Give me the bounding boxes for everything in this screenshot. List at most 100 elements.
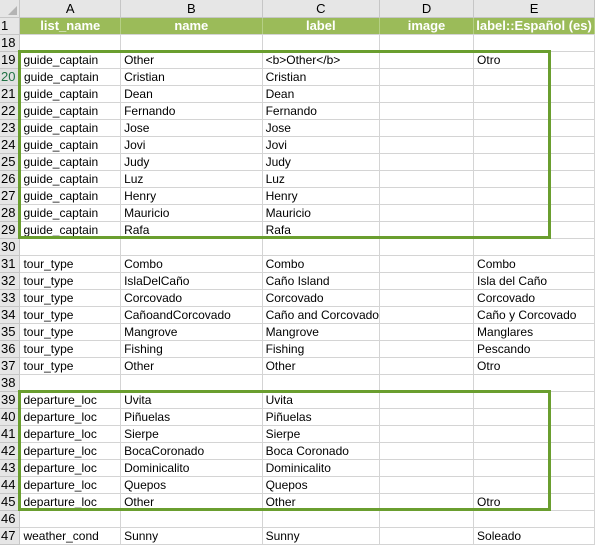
row-number[interactable]: 18 bbox=[0, 34, 21, 52]
cell-name[interactable]: Mangrove bbox=[120, 323, 263, 341]
cell-list-name[interactable] bbox=[19, 238, 122, 256]
cell-image[interactable] bbox=[379, 340, 475, 358]
cell-name[interactable] bbox=[120, 238, 263, 256]
cell-list-name[interactable]: tour_type bbox=[19, 323, 122, 341]
cell-image[interactable] bbox=[379, 374, 475, 392]
cell-list-name[interactable]: tour_type bbox=[19, 306, 122, 324]
cell-label[interactable]: Combo bbox=[262, 255, 380, 273]
cell-label-espanol[interactable] bbox=[473, 476, 595, 494]
cell-image[interactable] bbox=[379, 357, 475, 375]
cell-label[interactable]: Fishing bbox=[262, 340, 380, 358]
row-number[interactable]: 23 bbox=[0, 119, 21, 137]
column-header-e[interactable]: E bbox=[473, 0, 595, 18]
cell-list-name[interactable]: guide_captain bbox=[19, 187, 122, 205]
cell-image[interactable] bbox=[379, 221, 475, 239]
cell-image[interactable] bbox=[379, 493, 475, 511]
cell-label-espanol[interactable] bbox=[473, 85, 595, 103]
cell-name[interactable] bbox=[120, 34, 263, 52]
cell-image[interactable] bbox=[379, 425, 475, 443]
cell-label-espanol[interactable] bbox=[473, 187, 595, 205]
row-number[interactable]: 24 bbox=[0, 136, 21, 154]
cell-list-name[interactable]: guide_captain bbox=[19, 85, 122, 103]
cell-label[interactable]: Corcovado bbox=[262, 289, 380, 307]
cell-label[interactable]: Quepos bbox=[262, 476, 380, 494]
cell-image[interactable] bbox=[379, 68, 475, 86]
cell-image[interactable] bbox=[379, 85, 475, 103]
row-number[interactable]: 38 bbox=[0, 374, 21, 392]
cell-label[interactable]: Dominicalito bbox=[262, 459, 380, 477]
row-number[interactable]: 45 bbox=[0, 493, 21, 511]
cell-label[interactable]: Judy bbox=[262, 153, 380, 171]
cell-image[interactable] bbox=[379, 119, 475, 137]
cell-image[interactable] bbox=[379, 289, 475, 307]
cell-image[interactable] bbox=[379, 238, 475, 256]
row-number[interactable]: 34 bbox=[0, 306, 21, 324]
cell-label[interactable]: Fernando bbox=[262, 102, 380, 120]
cell-name[interactable] bbox=[120, 374, 263, 392]
column-header-c[interactable]: C bbox=[262, 0, 380, 18]
cell-list-name[interactable]: guide_captain bbox=[19, 204, 122, 222]
cell-image[interactable] bbox=[379, 255, 475, 273]
cell-list-name[interactable]: departure_loc bbox=[19, 459, 122, 477]
cell-label[interactable]: Jose bbox=[262, 119, 380, 137]
cell-list-name[interactable]: guide_captain bbox=[19, 102, 122, 120]
row-number[interactable]: 41 bbox=[0, 425, 21, 443]
cell-list-name[interactable] bbox=[19, 374, 122, 392]
cell-label-espanol[interactable] bbox=[473, 391, 595, 409]
row-number[interactable]: 40 bbox=[0, 408, 21, 426]
column-header-b[interactable]: B bbox=[120, 0, 263, 18]
cell-name[interactable]: CañoandCorcovado bbox=[120, 306, 263, 324]
row-number[interactable]: 35 bbox=[0, 323, 21, 341]
cell-list-name[interactable]: guide_captain bbox=[19, 153, 122, 171]
cell-list-name[interactable]: departure_loc bbox=[19, 493, 122, 511]
cell-list-name[interactable]: tour_type bbox=[19, 357, 122, 375]
row-number[interactable]: 1 bbox=[0, 17, 21, 35]
cell-list-name[interactable]: tour_type bbox=[19, 272, 122, 290]
cell-image[interactable] bbox=[379, 51, 475, 69]
cell-image[interactable] bbox=[379, 408, 475, 426]
cell-image[interactable] bbox=[379, 153, 475, 171]
cell-label[interactable] bbox=[262, 238, 380, 256]
cell-list-name[interactable]: departure_loc bbox=[19, 442, 122, 460]
cell-label[interactable]: Piñuelas bbox=[262, 408, 380, 426]
cell-list-name[interactable]: tour_type bbox=[19, 289, 122, 307]
cell-name[interactable]: IslaDelCaño bbox=[120, 272, 263, 290]
cell-label-espanol[interactable] bbox=[473, 408, 595, 426]
row-number[interactable]: 22 bbox=[0, 102, 21, 120]
cell-list-name[interactable]: guide_captain bbox=[19, 51, 122, 69]
cell-image[interactable] bbox=[379, 272, 475, 290]
cell-image[interactable] bbox=[379, 323, 475, 341]
header-cell-label-espanol[interactable]: label::Español (es) bbox=[473, 17, 595, 35]
cell-label-espanol[interactable] bbox=[473, 204, 595, 222]
cell-image[interactable] bbox=[379, 170, 475, 188]
cell-label[interactable]: Rafa bbox=[262, 221, 380, 239]
cell-label-espanol[interactable] bbox=[473, 34, 595, 52]
cell-label-espanol[interactable] bbox=[473, 238, 595, 256]
cell-label[interactable]: Cristian bbox=[262, 68, 380, 86]
row-number[interactable]: 46 bbox=[0, 510, 21, 528]
cell-list-name[interactable]: tour_type bbox=[19, 340, 122, 358]
cell-label[interactable]: <b>Other</b> bbox=[262, 51, 380, 69]
cell-list-name[interactable]: guide_captain bbox=[19, 68, 122, 86]
cell-label[interactable]: Other bbox=[262, 357, 380, 375]
cell-image[interactable] bbox=[379, 306, 475, 324]
cell-label-espanol[interactable] bbox=[473, 374, 595, 392]
cell-label[interactable] bbox=[262, 34, 380, 52]
cell-image[interactable] bbox=[379, 136, 475, 154]
cell-label-espanol[interactable]: Caño y Corcovado bbox=[473, 306, 595, 324]
row-number[interactable]: 29 bbox=[0, 221, 21, 239]
cell-list-name[interactable] bbox=[19, 34, 122, 52]
cell-list-name[interactable]: guide_captain bbox=[19, 119, 122, 137]
row-number[interactable]: 26 bbox=[0, 170, 21, 188]
cell-image[interactable] bbox=[379, 510, 475, 528]
cell-label[interactable] bbox=[262, 374, 380, 392]
cell-label-espanol[interactable] bbox=[473, 119, 595, 137]
cell-name[interactable]: Cristian bbox=[120, 68, 263, 86]
row-number[interactable]: 37 bbox=[0, 357, 21, 375]
cell-name[interactable]: Jose bbox=[120, 119, 263, 137]
header-cell-image[interactable]: image bbox=[379, 17, 475, 35]
cell-label-espanol[interactable]: Otro bbox=[473, 493, 595, 511]
cell-label[interactable]: Dean bbox=[262, 85, 380, 103]
cell-image[interactable] bbox=[379, 442, 475, 460]
cell-label-espanol[interactable]: Otro bbox=[473, 357, 595, 375]
